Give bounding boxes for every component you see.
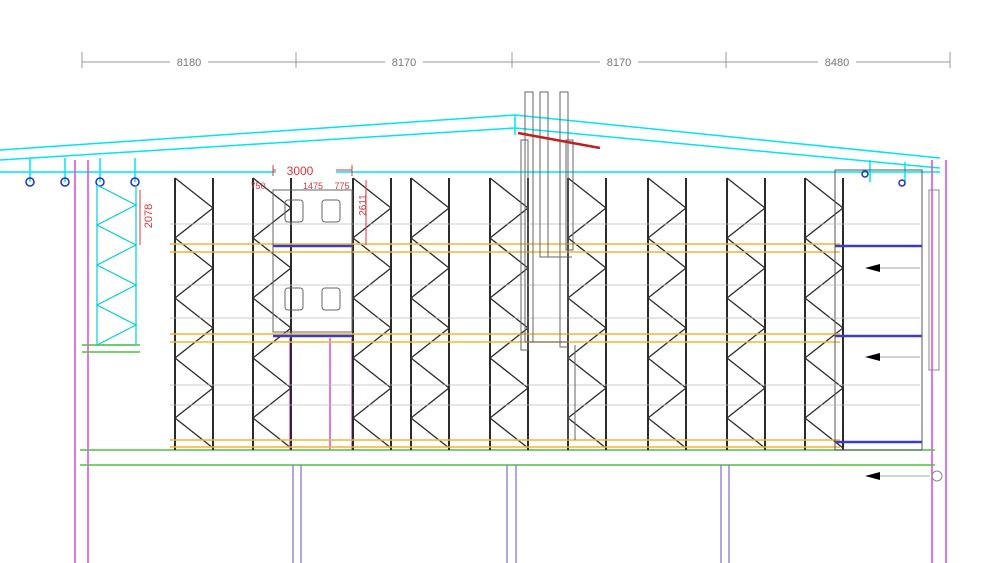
arrow-icon (865, 353, 880, 361)
left-lattice-tower (95, 184, 138, 346)
dimension-label-3: 8170 (607, 57, 631, 69)
opening-bay (272, 189, 353, 333)
rack-frames (173, 177, 845, 450)
vertical-pipes (520, 91, 576, 440)
rack-frame (803, 177, 845, 450)
elevation-drawing: 8180 8170 8170 8480 3000 750 1475 775 20… (0, 52, 951, 563)
subdim-2: 1475 (303, 181, 323, 191)
rack-frame (725, 177, 767, 450)
roof-truss (0, 114, 941, 182)
opening-width-label: 3000 (287, 164, 314, 178)
arrow-icon (865, 264, 880, 272)
arrow-icon (865, 472, 880, 480)
dimension-label-1: 8180 (177, 57, 201, 69)
rack-frame (646, 177, 688, 450)
shelf-guides (170, 223, 920, 406)
subdim-1: 750 (250, 181, 265, 191)
rack-frame (488, 177, 530, 450)
right-bay (834, 169, 923, 451)
dimension-label-2: 8170 (392, 57, 416, 69)
height-label-right: 2611 (358, 194, 369, 216)
lower-columns (292, 465, 730, 563)
roof-nodes (25, 170, 906, 187)
rack-frame (566, 177, 608, 450)
rack-frame (351, 177, 393, 450)
rack-frame (409, 177, 451, 450)
downpipe (928, 189, 943, 482)
dimension-label-4: 8480 (825, 57, 849, 69)
building-columns (74, 160, 947, 563)
rack-frame (173, 177, 215, 450)
subdim-3: 775 (334, 181, 349, 191)
level-arrows (865, 264, 930, 480)
height-label-left: 2078 (143, 204, 155, 228)
